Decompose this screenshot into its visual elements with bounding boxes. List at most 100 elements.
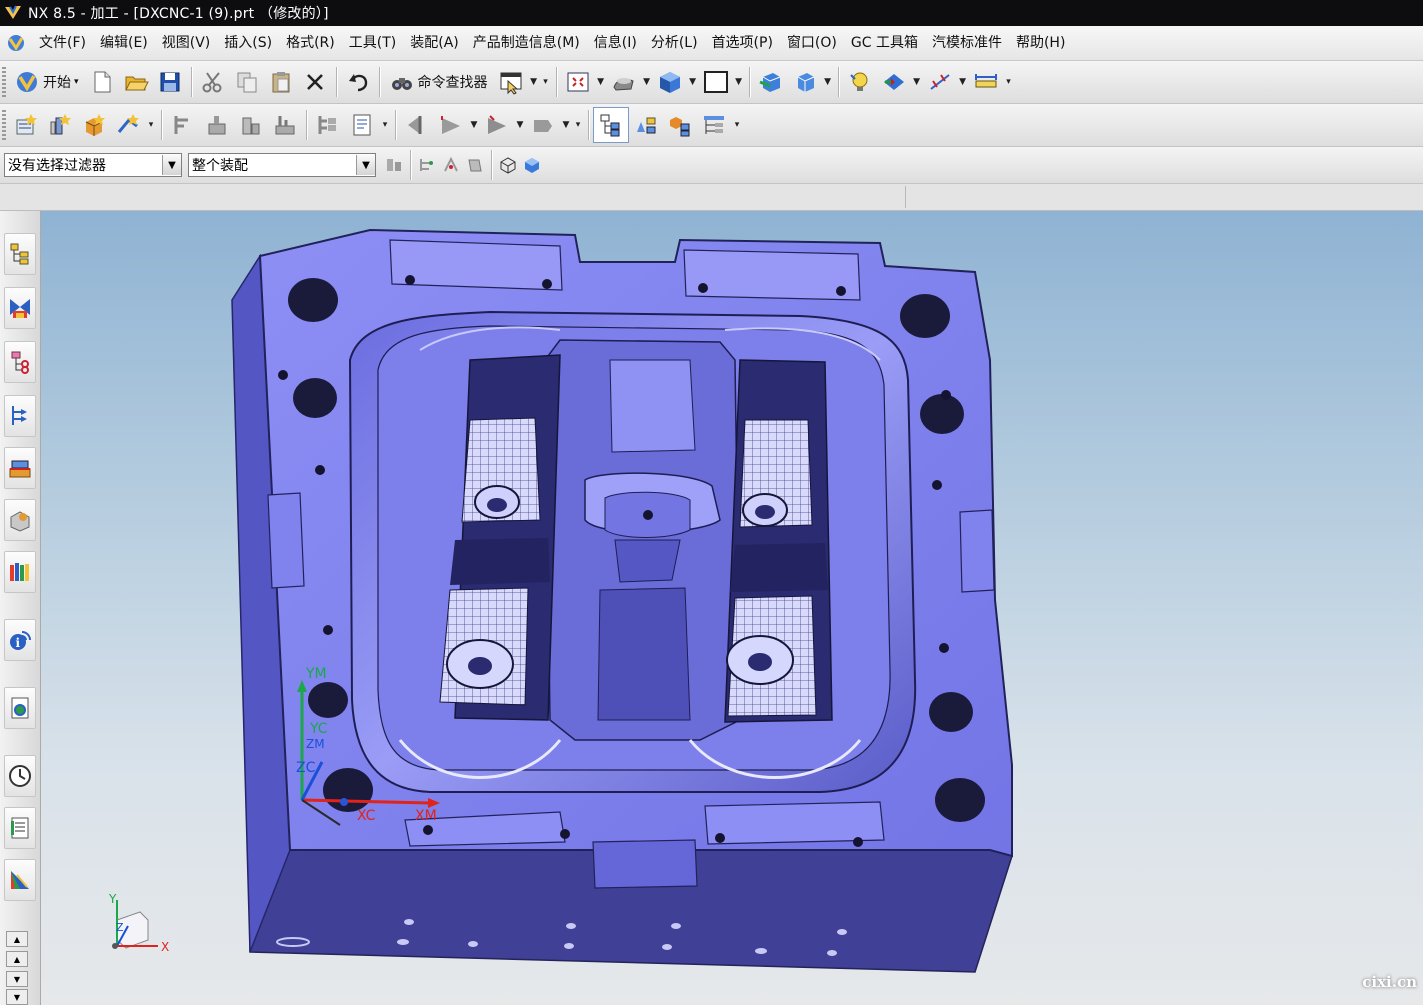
menu-mold-standard-parts[interactable]: 汽模标准件 [925,26,1009,60]
selection-scope-dropdown[interactable]: 整个装配 ▼ [188,153,376,177]
verify-toolpath-button[interactable] [480,108,514,142]
program-order-view-button[interactable] [166,108,200,142]
dropdown-arrow[interactable]: ▼ [595,65,607,99]
wireframe-view-button[interactable] [496,151,520,179]
create-geometry-button[interactable] [77,108,111,142]
menu-window[interactable]: 窗口(O) [780,26,844,60]
history-tab[interactable] [4,687,36,729]
dropdown-arrow[interactable]: ▼ [514,108,526,142]
dropdown-arrow[interactable]: ▼ [733,65,745,99]
operation-navigator-button[interactable] [311,108,345,142]
clip-section-button[interactable] [788,65,822,99]
geometry-view-button[interactable] [234,108,268,142]
constraint-navigator-tab[interactable] [4,287,36,329]
toolbar-options-arrow[interactable]: ▾ [540,65,552,99]
dropdown-arrow[interactable]: ▼ [957,65,969,99]
machine-tool-view-button[interactable] [200,108,234,142]
resource-bar-scroll-end[interactable]: ▼ [6,989,28,1005]
select-face-button[interactable] [463,151,487,179]
select-body-button[interactable] [439,151,463,179]
delete-button[interactable] [298,65,332,99]
toolbar-options-arrow[interactable]: ▾ [379,108,391,142]
command-finder-button[interactable]: 命令查找器 [384,65,494,99]
hide-show-button[interactable] [877,65,911,99]
dropdown-arrow[interactable]: ▼ [911,65,923,99]
toolbar-options-arrow[interactable]: ▾ [572,108,584,142]
undo-button[interactable] [341,65,375,99]
shop-documentation-button[interactable] [345,108,379,142]
selection-filter-dropdown[interactable]: 没有选择过滤器 ▼ [4,153,182,177]
start-button[interactable]: 开始 ▾ [9,65,85,99]
add-component-button[interactable] [663,108,697,142]
save-button[interactable] [153,65,187,99]
menu-format[interactable]: 格式(R) [279,26,342,60]
reuse-library-tab[interactable] [4,551,36,593]
paste-button[interactable] [264,65,298,99]
resource-bar-scroll-up[interactable]: ▲ [6,931,28,947]
dropdown-arrow[interactable]: ▼ [641,65,653,99]
system-materials-tab[interactable] [4,807,36,849]
dropdown-arrow[interactable]: ▼ [822,65,834,99]
menu-pmi[interactable]: 产品制造信息(M) [466,26,587,60]
open-button[interactable] [119,65,153,99]
postprocess-button[interactable] [526,108,560,142]
constraint-navigator-button[interactable] [629,108,663,142]
copy-button[interactable] [230,65,264,99]
dropdown-arrow[interactable]: ▼ [528,65,540,99]
menu-analysis[interactable]: 分析(L) [644,26,705,60]
toolbar-grip[interactable] [2,110,6,140]
create-operation-button[interactable] [111,108,145,142]
select-feature-button[interactable] [382,151,406,179]
dropdown-arrow[interactable]: ▼ [560,108,572,142]
measure-distance-button[interactable] [923,65,957,99]
operation-navigator-tab[interactable] [4,395,36,437]
mold-plate-model[interactable]: YM YC ZM ZC XC XM Y X Z [41,211,1423,1005]
graphics-window[interactable]: YM YC ZM ZC XC XM Y X Z cixi.cn [41,211,1423,1005]
assembly-navigator-button[interactable] [593,107,629,143]
menu-information[interactable]: 信息(I) [587,26,644,60]
web-browser-tab[interactable]: i [4,619,36,661]
chevron-down-icon[interactable]: ▼ [356,155,375,175]
menu-view[interactable]: 视图(V) [155,26,218,60]
section-view-button[interactable] [754,65,788,99]
menu-tools[interactable]: 工具(T) [342,26,403,60]
machining-feature-navigator-tab[interactable] [4,499,36,541]
palette-tab[interactable] [4,859,36,901]
rendering-style-button[interactable] [607,65,641,99]
toolbar-options-arrow[interactable]: ▾ [1003,65,1015,99]
machine-tool-navigator-tab[interactable] [4,447,36,489]
chevron-down-icon[interactable]: ▼ [162,155,181,175]
orient-view-button[interactable] [653,65,687,99]
machining-method-view-button[interactable] [268,108,302,142]
show-hide-button[interactable] [494,65,528,99]
toolbar-options-arrow[interactable]: ▾ [145,108,157,142]
assembly-navigator-tab[interactable] [4,233,36,275]
resource-bar-scroll-mid[interactable]: ▲ [6,951,28,967]
replay-toolpath-button[interactable] [434,108,468,142]
menu-insert[interactable]: 插入(S) [217,26,279,60]
resource-bar-scroll-down[interactable]: ▼ [6,971,28,987]
dropdown-arrow[interactable]: ▼ [468,108,480,142]
menu-preferences[interactable]: 首选项(P) [705,26,780,60]
new-button[interactable] [85,65,119,99]
toolbar-grip[interactable] [2,67,6,97]
reference-sets-button[interactable] [697,108,731,142]
select-component-button[interactable] [415,151,439,179]
menu-assembly[interactable]: 装配(A) [403,26,466,60]
nx-app-icon[interactable] [6,33,26,53]
shaded-view-button[interactable] [520,151,544,179]
create-tool-button[interactable] [43,108,77,142]
cut-button[interactable] [196,65,230,99]
generate-toolpath-button[interactable] [400,108,434,142]
menu-gc-toolkit[interactable]: GC 工具箱 [844,26,925,60]
create-program-button[interactable] [9,108,43,142]
update-display-button[interactable] [843,65,877,99]
dropdown-arrow[interactable]: ▼ [687,65,699,99]
toolbar-options-arrow[interactable]: ▾ [731,108,743,142]
part-navigator-tab[interactable] [4,341,36,383]
measure-length-button[interactable] [969,65,1003,99]
menu-edit[interactable]: 编辑(E) [93,26,155,60]
menu-help[interactable]: 帮助(H) [1009,26,1072,60]
background-button[interactable] [699,65,733,99]
fit-view-button[interactable] [561,65,595,99]
